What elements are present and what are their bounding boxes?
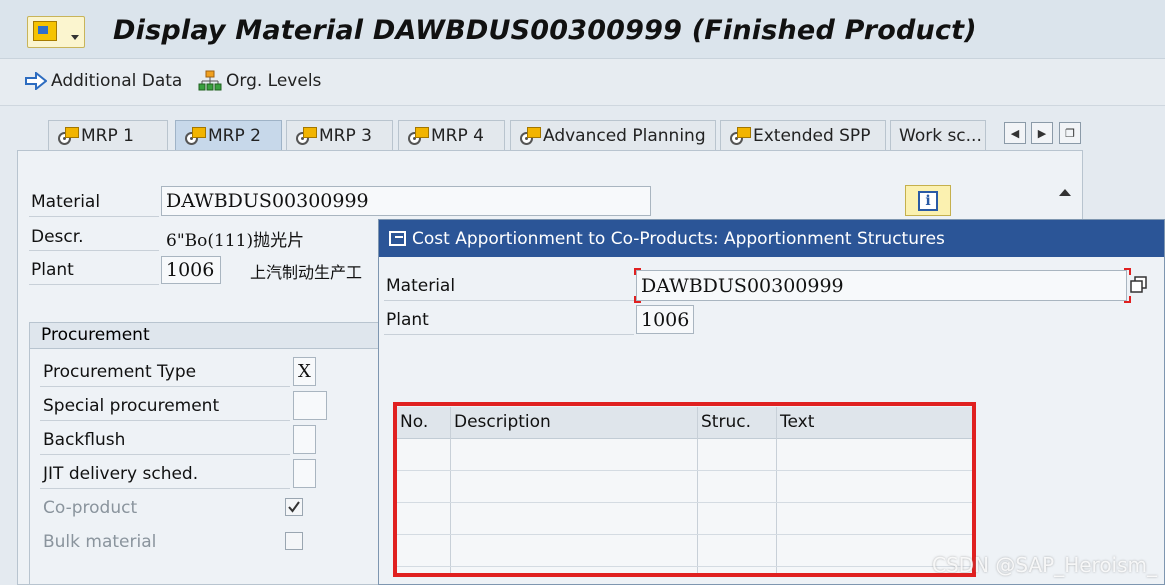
divider [29, 250, 159, 251]
focus-corner [634, 268, 641, 275]
mrp-view-icon [729, 126, 751, 145]
tab-label: Extended SPP [753, 125, 871, 146]
triangle-left-icon: ◀ [1010, 126, 1020, 140]
dialog-plant-label: Plant [386, 310, 429, 330]
org-levels-label: Org. Levels [226, 71, 322, 91]
watermark: CSDN @SAP_Heroism_ [932, 553, 1158, 577]
tab-label: MRP 2 [208, 125, 261, 146]
material-label: Material [31, 192, 101, 212]
material-field[interactable]: DAWBDUS00300999 [161, 186, 651, 216]
coproduct-checkbox[interactable] [285, 498, 303, 516]
coproduct-label: Co-product [43, 498, 138, 518]
dialog-title: Cost Apportionment to Co-Products: Appor… [412, 228, 945, 249]
org-levels-button[interactable]: Org. Levels [198, 69, 321, 93]
tab-scroll-right-button[interactable]: ▶ [1031, 122, 1053, 144]
tab-mrp-4[interactable]: MRP 4 [398, 120, 505, 150]
plant-field[interactable]: 1006 [161, 256, 221, 284]
org-hierarchy-icon [198, 70, 222, 91]
additional-data-label: Additional Data [51, 71, 183, 91]
mrp-view-icon [295, 126, 317, 145]
divider [29, 216, 159, 217]
mrp-view-icon [407, 126, 429, 145]
dialog-plant-field[interactable]: 1006 [636, 305, 694, 334]
dialog-window-icon [389, 231, 406, 246]
plant-label: Plant [31, 260, 74, 280]
dialog-title-bar[interactable]: Cost Apportionment to Co-Products: Appor… [379, 220, 1164, 257]
backflush-field[interactable] [293, 425, 316, 454]
page-title: Display Material DAWBDUS00300999 (Finish… [113, 15, 977, 46]
plant-name: 上汽制动生产工 [250, 263, 363, 282]
tab-list-icon: ❐ [1065, 126, 1075, 140]
backflush-label: Backflush [43, 430, 126, 450]
tab-label: Work sc... [899, 125, 982, 146]
info-icon: i [918, 190, 938, 211]
dialog-material-label: Material [386, 276, 456, 296]
header-scrollbar[interactable] [1055, 183, 1075, 223]
divider [40, 488, 290, 489]
mrp-view-icon [184, 126, 206, 145]
descr-label: Descr. [31, 227, 84, 247]
divider [29, 284, 159, 285]
application-toolbar: Additional Data Org. Levels [0, 59, 1165, 106]
checkmark-icon [288, 501, 300, 513]
procurement-group-title: Procurement [30, 323, 388, 349]
mrp-view-icon [519, 126, 541, 145]
highlight-annotation [393, 402, 976, 577]
tab-mrp-1[interactable]: MRP 1 [48, 120, 168, 150]
arrow-right-icon [25, 72, 47, 90]
tab-mrp-2[interactable]: MRP 2 [175, 120, 282, 150]
divider [384, 334, 634, 335]
menu-icon[interactable] [27, 16, 85, 48]
copy-icon [1130, 276, 1147, 293]
additional-data-button[interactable]: Additional Data [25, 69, 182, 93]
tab-work-scheduling[interactable]: Work sc... [890, 120, 986, 150]
tab-label: MRP 4 [431, 125, 484, 146]
divider [40, 386, 290, 387]
divider [40, 454, 290, 455]
procurement-type-label: Procurement Type [43, 362, 197, 382]
tab-strip: MRP 1 MRP 2 MRP 3 MRP 4 Advanced Plannin… [0, 114, 1100, 152]
description-value: 6"Bo(111)抛光片 [166, 231, 305, 251]
tab-scroll-left-button[interactable]: ◀ [1004, 122, 1026, 144]
focus-corner [634, 296, 641, 303]
jit-delivery-field[interactable] [293, 459, 316, 488]
tab-label: MRP 3 [319, 125, 372, 146]
special-procurement-label: Special procurement [43, 396, 220, 416]
divider [40, 420, 290, 421]
special-procurement-field[interactable] [293, 391, 327, 420]
mrp-view-icon [57, 126, 79, 145]
scroll-up-icon [1059, 189, 1071, 196]
bulk-material-label: Bulk material [43, 532, 157, 552]
procurement-type-field[interactable]: X [293, 357, 316, 386]
tab-label: MRP 1 [81, 125, 134, 146]
tab-list-button[interactable]: ❐ [1059, 122, 1081, 144]
tab-label: Advanced Planning [543, 125, 706, 146]
dialog-material-field[interactable]: DAWBDUS00300999 [636, 270, 1127, 301]
tab-extended-spp[interactable]: Extended SPP [720, 120, 886, 150]
bulk-material-checkbox[interactable] [285, 532, 303, 550]
divider [384, 300, 634, 301]
title-bar: Display Material DAWBDUS00300999 (Finish… [0, 0, 1165, 59]
triangle-right-icon: ▶ [1037, 126, 1047, 140]
info-button[interactable]: i [905, 185, 951, 216]
tab-advanced-planning[interactable]: Advanced Planning [510, 120, 716, 150]
jit-delivery-label: JIT delivery sched. [43, 464, 199, 484]
tab-mrp-3[interactable]: MRP 3 [286, 120, 393, 150]
copy-value-button[interactable] [1127, 272, 1151, 298]
